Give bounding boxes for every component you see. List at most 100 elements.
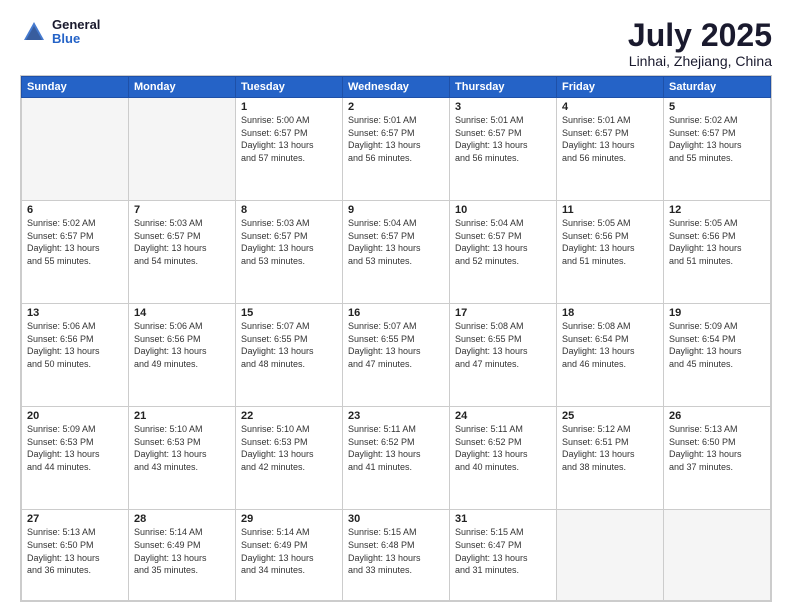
calendar-cell: 11Sunrise: 5:05 AMSunset: 6:56 PMDayligh… [557, 201, 664, 304]
weekday-header-monday: Monday [129, 77, 236, 98]
logo-text: General Blue [52, 18, 100, 47]
calendar-cell: 25Sunrise: 5:12 AMSunset: 6:51 PMDayligh… [557, 407, 664, 510]
day-detail: Sunrise: 5:10 AMSunset: 6:53 PMDaylight:… [241, 423, 337, 473]
calendar-cell: 14Sunrise: 5:06 AMSunset: 6:56 PMDayligh… [129, 304, 236, 407]
day-number: 22 [241, 410, 337, 422]
calendar-cell: 10Sunrise: 5:04 AMSunset: 6:57 PMDayligh… [450, 201, 557, 304]
calendar-cell [557, 510, 664, 601]
calendar-cell: 13Sunrise: 5:06 AMSunset: 6:56 PMDayligh… [22, 304, 129, 407]
day-number: 18 [562, 307, 658, 319]
day-detail: Sunrise: 5:01 AMSunset: 6:57 PMDaylight:… [455, 114, 551, 164]
day-detail: Sunrise: 5:04 AMSunset: 6:57 PMDaylight:… [455, 217, 551, 267]
day-detail: Sunrise: 5:07 AMSunset: 6:55 PMDaylight:… [348, 320, 444, 370]
day-detail: Sunrise: 5:01 AMSunset: 6:57 PMDaylight:… [562, 114, 658, 164]
day-number: 2 [348, 101, 444, 113]
calendar-cell [129, 98, 236, 201]
calendar-cell: 4Sunrise: 5:01 AMSunset: 6:57 PMDaylight… [557, 98, 664, 201]
day-number: 20 [27, 410, 123, 422]
calendar-cell: 16Sunrise: 5:07 AMSunset: 6:55 PMDayligh… [343, 304, 450, 407]
day-number: 8 [241, 204, 337, 216]
weekday-header-tuesday: Tuesday [236, 77, 343, 98]
calendar-cell: 22Sunrise: 5:10 AMSunset: 6:53 PMDayligh… [236, 407, 343, 510]
calendar-cell: 31Sunrise: 5:15 AMSunset: 6:47 PMDayligh… [450, 510, 557, 601]
weekday-header-wednesday: Wednesday [343, 77, 450, 98]
calendar-cell [22, 98, 129, 201]
calendar-cell: 26Sunrise: 5:13 AMSunset: 6:50 PMDayligh… [664, 407, 771, 510]
day-number: 6 [27, 204, 123, 216]
day-number: 11 [562, 204, 658, 216]
calendar-cell: 17Sunrise: 5:08 AMSunset: 6:55 PMDayligh… [450, 304, 557, 407]
day-number: 19 [669, 307, 765, 319]
calendar-cell: 15Sunrise: 5:07 AMSunset: 6:55 PMDayligh… [236, 304, 343, 407]
calendar-week-3: 13Sunrise: 5:06 AMSunset: 6:56 PMDayligh… [22, 304, 771, 407]
calendar-cell: 19Sunrise: 5:09 AMSunset: 6:54 PMDayligh… [664, 304, 771, 407]
calendar-cell: 8Sunrise: 5:03 AMSunset: 6:57 PMDaylight… [236, 201, 343, 304]
calendar-cell [664, 510, 771, 601]
day-detail: Sunrise: 5:08 AMSunset: 6:54 PMDaylight:… [562, 320, 658, 370]
calendar-cell: 7Sunrise: 5:03 AMSunset: 6:57 PMDaylight… [129, 201, 236, 304]
day-number: 25 [562, 410, 658, 422]
day-detail: Sunrise: 5:03 AMSunset: 6:57 PMDaylight:… [134, 217, 230, 267]
day-number: 15 [241, 307, 337, 319]
calendar-week-5: 27Sunrise: 5:13 AMSunset: 6:50 PMDayligh… [22, 510, 771, 601]
day-number: 26 [669, 410, 765, 422]
header: General Blue July 2025 Linhai, Zhejiang,… [20, 18, 772, 69]
calendar: SundayMondayTuesdayWednesdayThursdayFrid… [20, 75, 772, 602]
logo-general-text: General [52, 18, 100, 32]
day-detail: Sunrise: 5:06 AMSunset: 6:56 PMDaylight:… [27, 320, 123, 370]
day-number: 23 [348, 410, 444, 422]
day-detail: Sunrise: 5:14 AMSunset: 6:49 PMDaylight:… [241, 526, 337, 576]
day-number: 27 [27, 513, 123, 525]
calendar-cell: 5Sunrise: 5:02 AMSunset: 6:57 PMDaylight… [664, 98, 771, 201]
weekday-header-friday: Friday [557, 77, 664, 98]
day-number: 14 [134, 307, 230, 319]
day-number: 9 [348, 204, 444, 216]
calendar-cell: 28Sunrise: 5:14 AMSunset: 6:49 PMDayligh… [129, 510, 236, 601]
day-detail: Sunrise: 5:06 AMSunset: 6:56 PMDaylight:… [134, 320, 230, 370]
day-number: 5 [669, 101, 765, 113]
calendar-cell: 21Sunrise: 5:10 AMSunset: 6:53 PMDayligh… [129, 407, 236, 510]
calendar-week-2: 6Sunrise: 5:02 AMSunset: 6:57 PMDaylight… [22, 201, 771, 304]
calendar-cell: 9Sunrise: 5:04 AMSunset: 6:57 PMDaylight… [343, 201, 450, 304]
logo: General Blue [20, 18, 100, 47]
day-number: 31 [455, 513, 551, 525]
title-month: July 2025 [628, 18, 772, 53]
day-number: 24 [455, 410, 551, 422]
calendar-week-1: 1Sunrise: 5:00 AMSunset: 6:57 PMDaylight… [22, 98, 771, 201]
day-detail: Sunrise: 5:15 AMSunset: 6:47 PMDaylight:… [455, 526, 551, 576]
day-detail: Sunrise: 5:10 AMSunset: 6:53 PMDaylight:… [134, 423, 230, 473]
day-detail: Sunrise: 5:08 AMSunset: 6:55 PMDaylight:… [455, 320, 551, 370]
day-number: 30 [348, 513, 444, 525]
day-detail: Sunrise: 5:03 AMSunset: 6:57 PMDaylight:… [241, 217, 337, 267]
calendar-header: SundayMondayTuesdayWednesdayThursdayFrid… [22, 77, 771, 98]
day-number: 3 [455, 101, 551, 113]
calendar-cell: 24Sunrise: 5:11 AMSunset: 6:52 PMDayligh… [450, 407, 557, 510]
day-number: 21 [134, 410, 230, 422]
day-detail: Sunrise: 5:04 AMSunset: 6:57 PMDaylight:… [348, 217, 444, 267]
day-detail: Sunrise: 5:09 AMSunset: 6:54 PMDaylight:… [669, 320, 765, 370]
day-detail: Sunrise: 5:01 AMSunset: 6:57 PMDaylight:… [348, 114, 444, 164]
calendar-cell: 12Sunrise: 5:05 AMSunset: 6:56 PMDayligh… [664, 201, 771, 304]
day-detail: Sunrise: 5:14 AMSunset: 6:49 PMDaylight:… [134, 526, 230, 576]
day-detail: Sunrise: 5:11 AMSunset: 6:52 PMDaylight:… [455, 423, 551, 473]
day-detail: Sunrise: 5:11 AMSunset: 6:52 PMDaylight:… [348, 423, 444, 473]
day-detail: Sunrise: 5:02 AMSunset: 6:57 PMDaylight:… [27, 217, 123, 267]
day-number: 10 [455, 204, 551, 216]
calendar-cell: 30Sunrise: 5:15 AMSunset: 6:48 PMDayligh… [343, 510, 450, 601]
day-detail: Sunrise: 5:09 AMSunset: 6:53 PMDaylight:… [27, 423, 123, 473]
calendar-cell: 1Sunrise: 5:00 AMSunset: 6:57 PMDaylight… [236, 98, 343, 201]
day-number: 7 [134, 204, 230, 216]
day-detail: Sunrise: 5:15 AMSunset: 6:48 PMDaylight:… [348, 526, 444, 576]
day-number: 1 [241, 101, 337, 113]
day-number: 28 [134, 513, 230, 525]
day-number: 29 [241, 513, 337, 525]
day-detail: Sunrise: 5:07 AMSunset: 6:55 PMDaylight:… [241, 320, 337, 370]
day-detail: Sunrise: 5:12 AMSunset: 6:51 PMDaylight:… [562, 423, 658, 473]
day-number: 13 [27, 307, 123, 319]
weekday-row: SundayMondayTuesdayWednesdayThursdayFrid… [22, 77, 771, 98]
calendar-cell: 27Sunrise: 5:13 AMSunset: 6:50 PMDayligh… [22, 510, 129, 601]
calendar-cell: 20Sunrise: 5:09 AMSunset: 6:53 PMDayligh… [22, 407, 129, 510]
day-detail: Sunrise: 5:00 AMSunset: 6:57 PMDaylight:… [241, 114, 337, 164]
calendar-cell: 29Sunrise: 5:14 AMSunset: 6:49 PMDayligh… [236, 510, 343, 601]
day-detail: Sunrise: 5:05 AMSunset: 6:56 PMDaylight:… [562, 217, 658, 267]
